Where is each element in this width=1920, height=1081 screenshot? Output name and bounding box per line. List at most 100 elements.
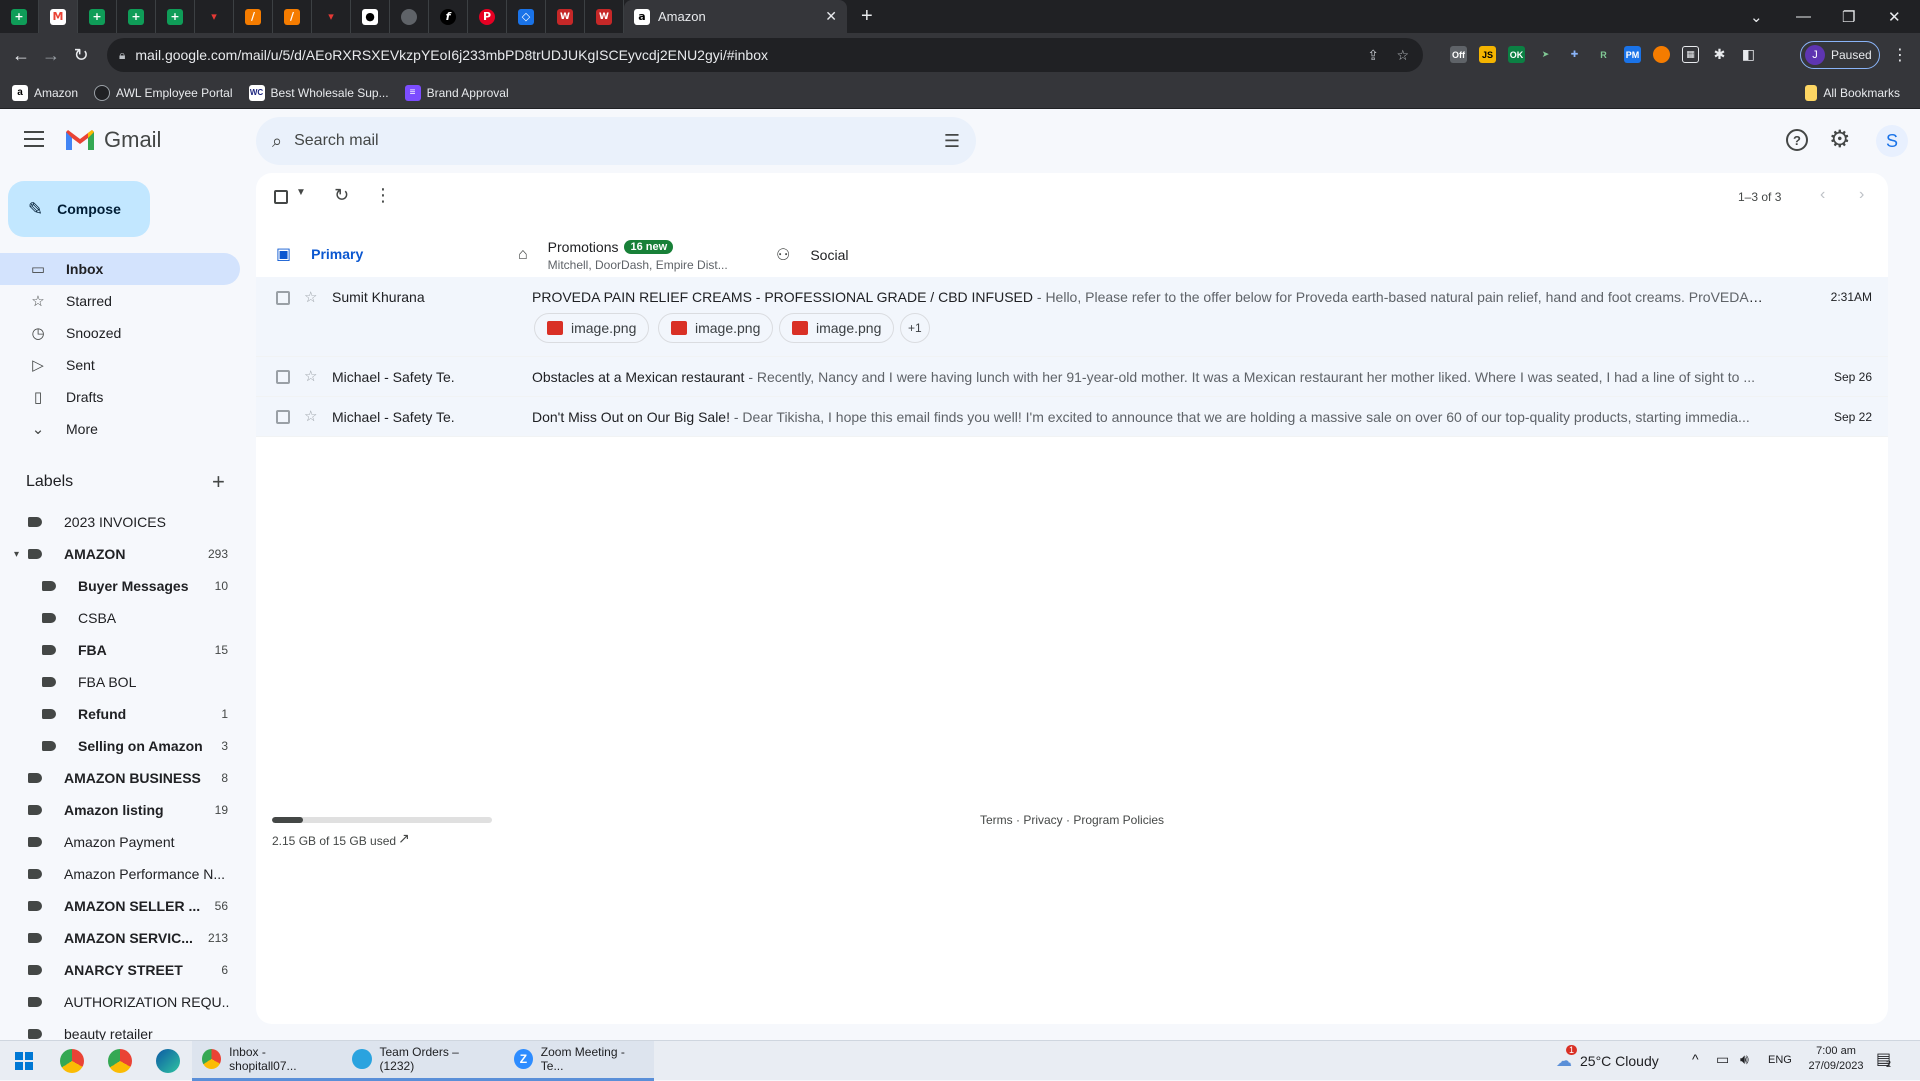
tab-social[interactable]: ⚇ Social [776, 227, 1010, 283]
search-input[interactable] [294, 132, 895, 150]
extension-grid-icon[interactable]: ▦ [1682, 46, 1699, 63]
settings-gear-icon[interactable]: ⚙ [1829, 125, 1851, 154]
bookmark-brand-approval[interactable]: ≡ Brand Approval [404, 84, 509, 101]
sidebar-label-item[interactable]: AMAZON SERVIC... 213 [0, 922, 240, 954]
sidebar-label-item[interactable]: 2023 INVOICES [0, 506, 240, 538]
row-checkbox[interactable] [276, 410, 290, 424]
sidebar-item-more[interactable]: ⌄ More [0, 413, 240, 445]
tab-red-logo-1[interactable]: ▾ [195, 0, 234, 33]
forward-icon[interactable]: → [38, 45, 64, 66]
restore-icon[interactable]: ❐ [1842, 0, 1855, 33]
email-row[interactable]: ☆ Sumit Khurana PROVEDA PAIN RELIEF CREA… [256, 277, 1888, 357]
bookmark-star-icon[interactable]: ☆ [1396, 47, 1409, 64]
sidebar-item-drafts[interactable]: ▯ Drafts [0, 381, 240, 413]
tab-script-1[interactable]: f [429, 0, 468, 33]
star-icon[interactable]: ☆ [304, 288, 317, 306]
tab-sheets-4[interactable]: + [156, 0, 195, 33]
extension-arrow-icon[interactable]: ➤ [1537, 46, 1554, 63]
windows-start-icon[interactable] [0, 1051, 48, 1070]
tab-sheets-1[interactable]: + [0, 0, 39, 33]
star-icon[interactable]: ☆ [304, 407, 317, 425]
tab-orange-1[interactable]: / [234, 0, 273, 33]
chrome-icon[interactable] [96, 1048, 144, 1073]
taskbar-app-telegram[interactable]: Team Orders – (1232) [342, 1040, 504, 1081]
sidebar-item-inbox[interactable]: ▭ Inbox [0, 253, 240, 285]
search-icon[interactable]: ⌕ [272, 131, 282, 152]
tab-search-icon[interactable]: ⌄ [1750, 0, 1763, 33]
next-page-icon[interactable]: › [1859, 186, 1864, 204]
window-close-icon[interactable]: ✕ [1888, 0, 1901, 33]
footer-links[interactable]: Terms · Privacy · Program Policies [980, 813, 1164, 827]
all-bookmarks[interactable]: All Bookmarks [1805, 84, 1900, 101]
weather-widget[interactable]: ☁ 1 25°C Cloudy [1556, 1045, 1659, 1071]
bookmark-best-wholesale[interactable]: WC Best Wholesale Sup... [248, 84, 389, 101]
tab-gmail[interactable]: M [39, 0, 78, 33]
tab-pinterest[interactable]: P [468, 0, 507, 33]
extension-ok-icon[interactable]: OK [1508, 46, 1525, 63]
attachment-chip[interactable]: image.png [658, 313, 774, 343]
sidebar-label-item[interactable]: Amazon Performance N... [0, 858, 240, 890]
compose-button[interactable]: ✎ Compose [8, 181, 150, 237]
extension-off-icon[interactable]: Off [1450, 46, 1467, 63]
select-dropdown-icon[interactable]: ▼ [296, 187, 306, 198]
tab-promotions[interactable]: ⌂ Promotions 16 new Mitchell, DoorDash, … [518, 227, 752, 283]
gmail-logo[interactable]: Gmail [64, 127, 161, 153]
row-checkbox[interactable] [276, 370, 290, 384]
bookmark-amazon[interactable]: a Amazon [12, 84, 78, 101]
tab-ww-2[interactable]: W [585, 0, 624, 33]
attachment-chip[interactable]: image.png [534, 313, 650, 343]
sidebar-label-item[interactable]: AMAZON BUSINESS 8 [0, 762, 240, 794]
extension-js-icon[interactable]: JS [1479, 46, 1496, 63]
profile-button[interactable]: J Paused [1800, 41, 1880, 69]
extension-circle-icon[interactable] [1653, 46, 1670, 63]
taskbar-app-zoom[interactable]: Z Zoom Meeting - Te... [504, 1040, 654, 1081]
edge-icon[interactable] [144, 1048, 192, 1073]
share-icon[interactable]: ⇪ [1367, 47, 1379, 64]
add-label-icon[interactable]: + [212, 469, 225, 495]
tab-primary[interactable]: ▣ Primary [264, 227, 498, 283]
network-icon[interactable]: ▭ [1716, 1051, 1729, 1068]
select-all-checkbox[interactable] [274, 190, 288, 204]
sidebar-label-item[interactable]: CSBA [0, 602, 240, 634]
chrome-icon[interactable] [48, 1048, 96, 1073]
minimize-icon[interactable]: — [1796, 0, 1811, 33]
sidebar-label-item[interactable]: AMAZON SELLER ... 56 [0, 890, 240, 922]
refresh-icon[interactable]: ↻ [334, 185, 349, 206]
clock[interactable]: 7:00 am 27/09/2023 [1808, 1045, 1864, 1072]
tab-blue-1[interactable]: ◇ [507, 0, 546, 33]
more-attachments-chip[interactable]: +1 [900, 313, 930, 343]
sidebar-item-starred[interactable]: ☆ Starred [0, 285, 240, 317]
sidebar-label-item[interactable]: Refund 1 [0, 698, 240, 730]
tab-sheets-2[interactable]: + [78, 0, 117, 33]
sidebar-label-item[interactable]: Amazon listing 19 [0, 794, 240, 826]
sidebar-label-item[interactable]: FBA BOL [0, 666, 240, 698]
sidebar-label-item[interactable]: ▾ AMAZON 293 [0, 538, 240, 570]
email-row[interactable]: ☆ Michael - Safety Te. Don't Miss Out on… [256, 397, 1888, 437]
volume-icon[interactable]: 🔊︎ [1740, 1051, 1749, 1068]
reload-icon[interactable]: ↻ [68, 45, 94, 66]
sidebar-label-item[interactable]: Selling on Amazon 3 [0, 730, 240, 762]
sidebar-label-item[interactable]: ANARCY STREET 6 [0, 954, 240, 986]
side-panel-icon[interactable]: ◧ [1740, 46, 1757, 63]
tab-grey-1[interactable] [390, 0, 429, 33]
sidebar-label-item[interactable]: FBA 15 [0, 634, 240, 666]
close-tab-icon[interactable]: ✕ [825, 8, 837, 25]
account-avatar[interactable]: S [1876, 125, 1908, 157]
taskbar-app-gmail[interactable]: Inbox - shopitall07... [192, 1040, 342, 1081]
bookmark-awl-portal[interactable]: AWL Employee Portal [94, 84, 233, 101]
extensions-puzzle-icon[interactable]: ✱ [1711, 46, 1728, 63]
sidebar-item-sent[interactable]: ▷ Sent [0, 349, 240, 381]
tab-ww-1[interactable]: W [546, 0, 585, 33]
sidebar-label-item[interactable]: Amazon Payment [0, 826, 240, 858]
browser-menu-icon[interactable]: ⋮ [1892, 45, 1908, 65]
back-icon[interactable]: ← [8, 45, 34, 66]
email-row[interactable]: ☆ Michael - Safety Te. Obstacles at a Me… [256, 357, 1888, 397]
star-icon[interactable]: ☆ [304, 367, 317, 385]
help-icon[interactable]: ? [1786, 129, 1808, 151]
tab-sheets-3[interactable]: + [117, 0, 156, 33]
expand-caret-icon[interactable]: ▾ [14, 549, 19, 560]
open-external-icon[interactable]: ↗ [398, 830, 410, 847]
more-options-icon[interactable]: ⋮ [374, 185, 392, 206]
search-options-icon[interactable]: ☰ [944, 131, 960, 152]
row-checkbox[interactable] [276, 291, 290, 305]
